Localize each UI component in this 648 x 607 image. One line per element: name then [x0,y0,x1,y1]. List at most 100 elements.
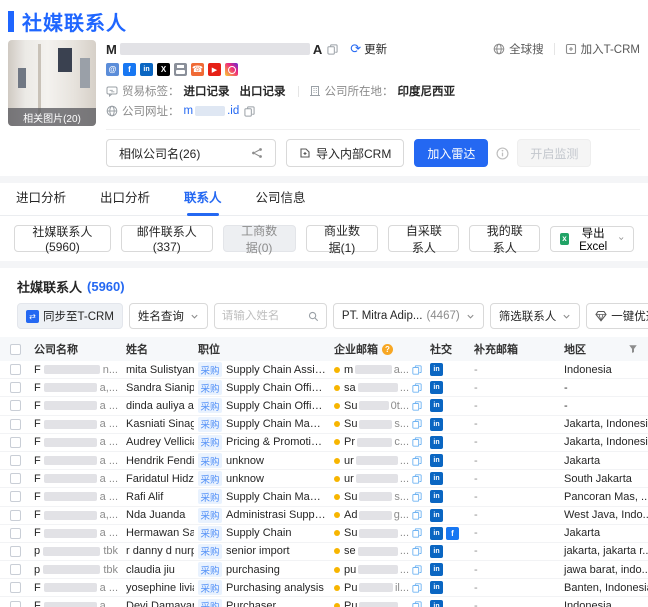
import-crm-button[interactable]: 导入内部CRM [286,139,405,167]
similar-companies-button[interactable]: 相似公司名(26) [106,139,276,167]
filter-funnel-icon[interactable] [628,344,638,354]
add-radar-button[interactable]: 加入雷达 [414,139,489,167]
copy-email-icon[interactable] [412,383,422,393]
phone-icon[interactable]: ☎ [191,63,204,76]
linkedin-icon[interactable]: in [430,472,443,486]
copy-website-icon[interactable] [244,106,255,117]
youtube-icon[interactable]: ▶ [208,63,221,76]
table-row[interactable]: Fn... mita Sulistyandari 采购Supply Chain … [0,361,648,380]
export-excel-button[interactable]: x 导出 Excel [550,225,634,253]
copy-email-icon[interactable] [412,365,422,375]
table-row[interactable]: Fa ... Hermawan Sapu... 采购Supply Chain S… [0,525,648,543]
row-checkbox[interactable] [9,436,21,448]
copy-email-icon[interactable] [412,456,422,466]
row-checkbox[interactable] [9,509,21,521]
facebook-icon[interactable]: f [123,63,136,76]
row-checkbox[interactable] [9,600,21,607]
row-checkbox[interactable] [9,382,21,394]
chip-email-contacts[interactable]: 邮件联系人(337) [120,225,213,254]
row-checkbox[interactable] [9,582,21,594]
linkedin-icon[interactable]: in [430,399,443,413]
linkedin-icon[interactable]: in [430,381,443,395]
copy-email-icon[interactable] [412,401,422,411]
copy-company-name-icon[interactable] [327,44,338,55]
row-checkbox[interactable] [9,473,21,485]
table-row[interactable]: Fa ... Audrey Vellicia 采购 Pricing & Promo… [0,434,648,452]
copy-email-icon[interactable] [412,546,422,556]
table-row[interactable]: Fa ... Devi Damayanti 采购Purchaser Pu... … [0,597,648,607]
linkedin-icon[interactable]: in [430,490,443,504]
linkedin-icon[interactable]: in [430,363,443,377]
copy-email-icon[interactable] [412,492,422,502]
copy-email-icon[interactable] [412,419,422,429]
info-icon[interactable] [496,147,509,160]
filter-contacts-select[interactable]: 筛选联系人 [489,303,581,329]
website-link-prefix[interactable]: m [184,105,194,117]
tab-export-analysis[interactable]: 出口分析 [100,183,150,216]
linkedin-icon[interactable]: in [430,435,443,449]
table-row[interactable]: p tbk claudia jiu 采购 purchasing pu... in -… [0,561,648,580]
chip-business-registry[interactable]: 工商数据(0) [222,224,296,255]
copy-email-icon[interactable] [412,565,422,575]
table-row[interactable]: ptbk r danny d nurpat... 采购senior import… [0,543,648,562]
linkedin-icon[interactable]: in [430,544,443,558]
row-checkbox[interactable] [9,418,21,430]
linkedin-icon[interactable]: in [430,508,443,522]
row-checkbox[interactable] [9,364,21,376]
row-checkbox[interactable] [9,545,21,557]
name-query-select[interactable]: 姓名查询 [128,303,208,329]
global-search-link[interactable]: 全球搜 [493,41,544,57]
linkedin-icon[interactable]: in [430,454,443,468]
linkedin-icon[interactable]: in [430,599,443,607]
trade-tag-import[interactable]: 进口记录 [184,83,230,99]
linkedin-icon[interactable]: in [430,581,443,595]
join-tcrm-link[interactable]: 加入T-CRM [565,41,640,57]
table-row[interactable]: Fa,... Sandra Sianipar 采购Supply Chain Of… [0,379,648,398]
copy-email-icon[interactable] [412,474,422,484]
chip-self-collected[interactable]: 自采联系人 [388,224,460,255]
help-icon[interactable]: ? [382,343,393,355]
row-checkbox[interactable] [9,564,21,576]
linkedin-icon[interactable]: in [140,63,153,76]
linkedin-icon[interactable]: in [430,417,443,431]
search-input[interactable] [221,310,308,322]
copy-email-icon[interactable] [412,437,422,447]
table-row[interactable]: Fa,... Nda Juanda 采购 Administrasi Supply … [0,507,648,525]
table-row[interactable]: Fa ... Faridatul Hidzroh 采购unknow ur... … [0,470,648,489]
trade-tag-export[interactable]: 出口记录 [240,83,286,99]
table-row[interactable]: Fa ... dinda auliya adha 采购Supply Chain … [0,397,648,416]
refresh-button[interactable]: ⟳ 更新 [350,41,387,57]
table-row[interactable]: Fa ... Hendrik Fendi 采购 unknow ur... in -… [0,452,648,471]
chip-commercial-data[interactable]: 商业数据(1) [305,224,379,255]
company-photo[interactable]: 相关图片(20) [8,40,96,126]
copy-email-icon[interactable] [412,583,422,593]
email-icon[interactable]: @ [106,63,119,76]
fax-icon[interactable] [174,63,187,76]
tab-contacts[interactable]: 联系人 [184,183,222,216]
row-checkbox[interactable] [9,491,21,503]
instagram-icon[interactable] [225,63,238,76]
table-row[interactable]: Fa ... Kasniati Sinaga 采购Supply Chain Ma… [0,416,648,434]
linkedin-icon[interactable]: in [430,563,443,577]
row-checkbox[interactable] [9,400,21,412]
tab-company-info[interactable]: 公司信息 [256,183,306,216]
sync-tcrm-button[interactable]: ⇄ 同步至T-CRM [17,303,123,329]
one-click-select-button[interactable]: 一键优选 [586,303,648,329]
row-checkbox[interactable] [9,455,21,467]
copy-email-icon[interactable] [412,510,422,520]
chip-my-contacts[interactable]: 我的联系人 [469,224,541,255]
copy-email-icon[interactable] [412,601,422,607]
start-monitor-button[interactable]: 开启监测 [517,139,592,167]
table-row[interactable]: Fa ... Rafi Alif 采购Supply Chain Manageme… [0,488,648,507]
tab-import-analysis[interactable]: 进口分析 [16,183,66,216]
chip-social-contacts[interactable]: 社媒联系人(5960) [14,225,111,254]
row-checkbox[interactable] [9,527,21,539]
x-icon[interactable]: X [157,63,170,76]
website-link-suffix[interactable]: .id [227,105,239,117]
select-all-checkbox[interactable] [9,343,21,355]
table-row[interactable]: Fa ... yosephine liviane 采购Purchasing an… [0,579,648,598]
copy-email-icon[interactable] [412,528,422,538]
linkedin-icon[interactable]: in [430,526,443,540]
company-filter-select[interactable]: PT. Mitra Adip... (4467) [332,303,484,329]
facebook-icon[interactable]: f [446,526,459,540]
